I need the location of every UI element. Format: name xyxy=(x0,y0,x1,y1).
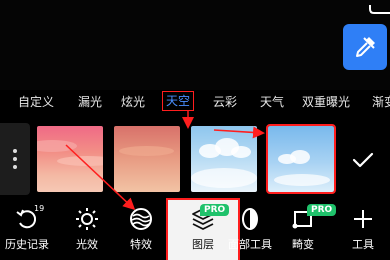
face-tools-icon xyxy=(242,208,258,230)
sky-thumbnail-blue-clouds[interactable] xyxy=(191,126,257,192)
pro-badge: PRO xyxy=(200,204,230,216)
plus-icon xyxy=(354,210,372,228)
confirm-button[interactable] xyxy=(348,145,378,175)
filter-strip xyxy=(0,123,390,195)
tool-label: 光效 xyxy=(76,238,98,251)
sky-thumbnail-selected[interactable] xyxy=(266,124,336,194)
checkmark-icon xyxy=(352,152,374,168)
sky-thumbnail-sunset-orange[interactable] xyxy=(114,126,180,192)
tool-label: 畸变 xyxy=(292,238,314,251)
tab-flare[interactable]: 炫光 xyxy=(121,93,145,111)
canvas-corner xyxy=(350,0,390,14)
image-canvas-area xyxy=(0,0,390,90)
tool-distortion[interactable]: PRO 畸变 xyxy=(280,200,337,260)
special-effect-icon xyxy=(130,208,152,230)
tab-custom[interactable]: 自定义 xyxy=(18,93,54,111)
sky-thumbnail-sunset-pink[interactable] xyxy=(37,126,103,192)
tool-special-effect[interactable]: 特效 xyxy=(116,200,166,260)
tab-weather[interactable]: 天气 xyxy=(260,93,284,111)
color-picker-button[interactable] xyxy=(343,24,387,70)
tool-label: 工具 xyxy=(352,238,374,251)
pro-badge: PRO xyxy=(307,204,337,216)
tab-light-leak[interactable]: 漏光 xyxy=(78,93,102,111)
tool-light-effect[interactable]: 光效 xyxy=(62,200,112,260)
history-count-badge: 19 xyxy=(34,204,45,213)
tab-gradient[interactable]: 渐变 xyxy=(372,93,390,111)
tab-double-exposure[interactable]: 双重曝光 xyxy=(302,93,350,111)
bottom-toolbar: 19 历史记录 光效 特效 PRO 图层 面部工具 PRO 畸变 工具 xyxy=(0,198,390,260)
tab-sky[interactable]: 天空 xyxy=(162,91,195,111)
tool-label: 特效 xyxy=(130,238,152,251)
eyedropper-icon xyxy=(356,37,375,57)
light-effect-icon xyxy=(76,208,98,230)
tool-history[interactable]: 19 历史记录 xyxy=(0,200,54,260)
tab-clouds[interactable]: 云彩 xyxy=(213,93,237,111)
tool-face[interactable]: 面部工具 xyxy=(226,200,274,260)
vertical-dots-icon xyxy=(13,149,17,169)
tool-label: 历史记录 xyxy=(5,238,49,251)
tool-add[interactable]: 工具 xyxy=(340,200,386,260)
more-options-button[interactable] xyxy=(0,123,30,195)
category-tabs: 自定义 漏光 炫光 天空 云彩 天气 双重曝光 渐变 xyxy=(0,90,390,116)
tool-label: 面部工具 xyxy=(228,238,272,251)
